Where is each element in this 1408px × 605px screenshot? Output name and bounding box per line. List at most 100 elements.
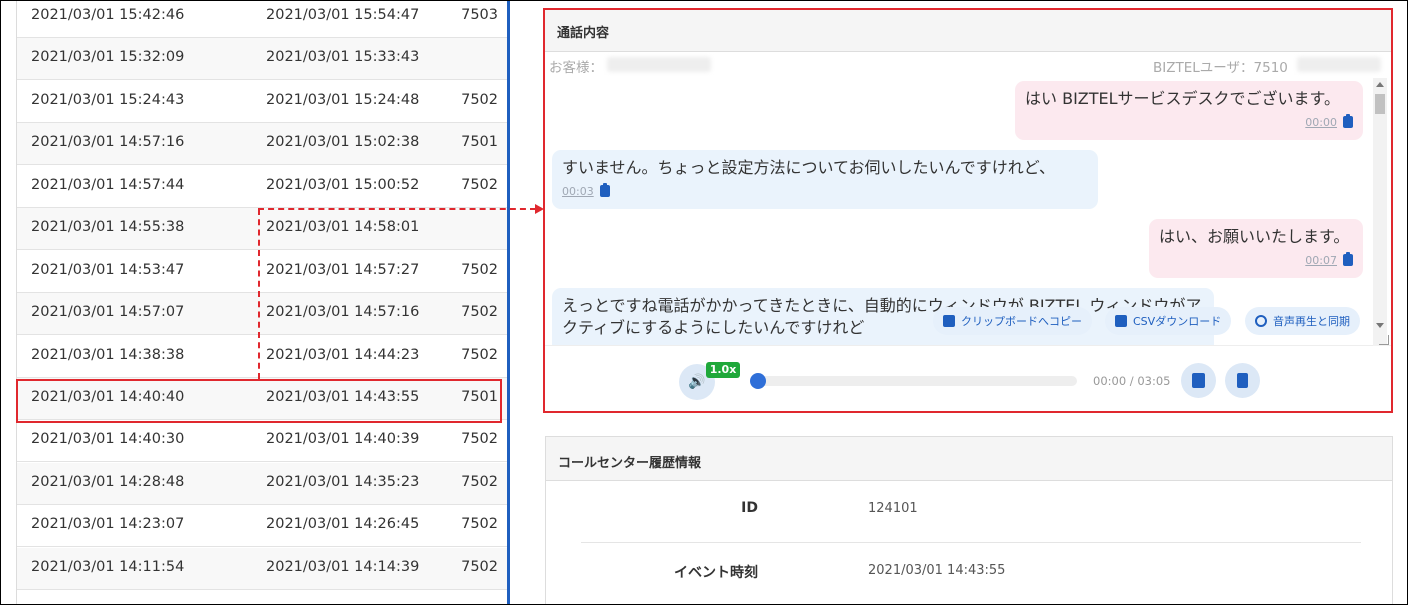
start-time: 2021/03/01 14:28:48 bbox=[31, 474, 185, 490]
audio-time: 00:00 / 03:05 bbox=[1093, 374, 1171, 388]
transcript-scrollbar[interactable] bbox=[1373, 78, 1387, 346]
download-audio-button[interactable] bbox=[1181, 363, 1216, 398]
field-value-event-time: 2021/03/01 14:43:55 bbox=[868, 563, 1006, 578]
extension: 7501 bbox=[461, 134, 498, 150]
end-time: 2021/03/01 14:35:23 bbox=[266, 474, 420, 490]
connector-line bbox=[258, 209, 260, 379]
transcript-area[interactable]: はい BIZTELサービスデスクでございます。 00:00 すいません。ちょっと… bbox=[545, 78, 1391, 346]
history-header: コールセンター履歴情報 bbox=[546, 437, 1392, 481]
message-text: はい BIZTELサービスデスクでございます。 bbox=[1025, 89, 1340, 108]
field-label-id: ID bbox=[741, 500, 758, 516]
scroll-thumb[interactable] bbox=[1375, 94, 1385, 114]
start-time: 2021/03/01 14:57:16 bbox=[31, 134, 185, 150]
call-content-panel: 通話内容 お客様： BIZTELユーザ：7510 はい BIZTELサービスデス… bbox=[543, 8, 1393, 413]
scroll-down-icon[interactable] bbox=[1376, 323, 1384, 328]
delete-audio-button[interactable] bbox=[1225, 363, 1260, 398]
selected-row-highlight bbox=[16, 379, 502, 423]
connector-line bbox=[258, 208, 536, 210]
extension: 7502 bbox=[461, 474, 498, 490]
connector-arrow-icon bbox=[535, 204, 544, 214]
start-time: 2021/03/01 14:55:38 bbox=[31, 219, 185, 235]
field-divider bbox=[581, 542, 1361, 543]
message-timestamp[interactable]: 00:00 bbox=[1305, 116, 1337, 129]
extension: 7502 bbox=[461, 347, 498, 363]
clipboard-icon[interactable] bbox=[599, 183, 610, 197]
csv-button-label: CSVダウンロード bbox=[1133, 315, 1222, 328]
table-row[interactable]: 2021/03/01 15:24:43 2021/03/01 15:24:48 … bbox=[17, 81, 508, 123]
end-time: 2021/03/01 14:58:01 bbox=[266, 219, 420, 235]
table-row[interactable]: 2021/03/01 14:28:48 2021/03/01 14:35:23 … bbox=[17, 463, 508, 505]
extension: 7502 bbox=[461, 177, 498, 193]
start-time: 2021/03/01 14:11:54 bbox=[31, 559, 185, 575]
table-row[interactable]: 2021/03/01 14:53:47 2021/03/01 14:57:27 … bbox=[17, 251, 508, 293]
panel-divider bbox=[507, 0, 510, 605]
audio-progress-knob[interactable] bbox=[750, 373, 766, 389]
message-timestamp[interactable]: 00:03 bbox=[562, 185, 594, 198]
csv-download-button[interactable]: CSVダウンロード bbox=[1105, 307, 1232, 335]
end-time: 2021/03/01 15:24:48 bbox=[266, 92, 420, 108]
redacted-user bbox=[1297, 57, 1381, 72]
participants-bar: お客様： BIZTELユーザ：7510 bbox=[545, 52, 1381, 78]
extension: 7502 bbox=[461, 516, 498, 532]
download-icon bbox=[1192, 373, 1205, 388]
message-bubble: すいません。ちょっと設定方法についてお伺いしたいんですけれど、 00:03 bbox=[552, 150, 1098, 209]
customer-label: お客様： bbox=[549, 60, 603, 76]
extension: 7502 bbox=[461, 92, 498, 108]
call-center-history-panel: コールセンター履歴情報 ID 124101 イベント時刻 2021/03/01 … bbox=[545, 436, 1393, 605]
audio-progress-track[interactable] bbox=[757, 376, 1077, 386]
extension: 7502 bbox=[461, 559, 498, 575]
end-time: 2021/03/01 14:57:27 bbox=[266, 262, 420, 278]
scroll-up-icon[interactable] bbox=[1376, 82, 1384, 87]
end-time: 2021/03/01 15:54:47 bbox=[266, 7, 420, 23]
sync-playback-button[interactable]: 音声再生と同期 bbox=[1245, 307, 1360, 335]
table-row[interactable]: 2021/03/01 14:57:07 2021/03/01 14:57:16 … bbox=[17, 293, 508, 335]
table-row[interactable]: 2021/03/01 14:55:38 2021/03/01 14:58:01 bbox=[17, 208, 508, 250]
copy-to-clipboard-button[interactable]: クリップボードへコピー bbox=[933, 307, 1092, 335]
start-time: 2021/03/01 15:32:09 bbox=[31, 49, 185, 65]
field-value-id: 124101 bbox=[868, 501, 918, 516]
end-time: 2021/03/01 14:57:16 bbox=[266, 304, 420, 320]
redacted-customer bbox=[607, 57, 711, 72]
clipboard-icon bbox=[943, 315, 955, 327]
copy-button-label: クリップボードへコピー bbox=[961, 315, 1082, 328]
call-content-title: 通話内容 bbox=[557, 26, 610, 41]
table-row[interactable]: 2021/03/01 14:11:54 2021/03/01 14:14:39 … bbox=[17, 548, 508, 590]
end-time: 2021/03/01 15:02:38 bbox=[266, 134, 420, 150]
end-time: 2021/03/01 15:00:52 bbox=[266, 177, 420, 193]
sync-button-label: 音声再生と同期 bbox=[1273, 315, 1350, 328]
extension: 7502 bbox=[461, 262, 498, 278]
table-row[interactable]: 2021/03/01 14:38:38 2021/03/01 14:44:23 … bbox=[17, 336, 508, 378]
table-row[interactable]: 2021/03/01 14:23:07 2021/03/01 14:26:45 … bbox=[17, 505, 508, 547]
start-time: 2021/03/01 14:38:38 bbox=[31, 347, 185, 363]
start-time: 2021/03/01 14:40:30 bbox=[31, 431, 185, 447]
table-row[interactable]: 2021/03/01 14:57:16 2021/03/01 15:02:38 … bbox=[17, 123, 508, 165]
start-time: 2021/03/01 15:24:43 bbox=[31, 92, 185, 108]
call-content-header: 通話内容 bbox=[545, 10, 1391, 52]
message-bubble: はい、お願いいたします。 00:07 bbox=[1149, 219, 1363, 278]
message-timestamp[interactable]: 00:07 bbox=[1305, 254, 1337, 267]
sync-icon bbox=[1255, 315, 1267, 327]
table-row[interactable]: 2021/03/01 14:40:30 2021/03/01 14:40:39 … bbox=[17, 420, 508, 462]
resize-handle-icon[interactable] bbox=[1379, 335, 1389, 345]
trash-icon bbox=[1237, 373, 1248, 388]
call-history-table: 2021/03/01 15:42:46 2021/03/01 15:54:47 … bbox=[16, 0, 508, 605]
end-time: 2021/03/01 15:33:43 bbox=[266, 49, 420, 65]
end-time: 2021/03/01 14:40:39 bbox=[266, 431, 420, 447]
audio-player: 🔊 1.0x 00:00 / 03:05 bbox=[545, 346, 1391, 411]
playback-speed-badge[interactable]: 1.0x bbox=[706, 362, 740, 378]
message-text: すいません。ちょっと設定方法についてお伺いしたいんですけれど、 bbox=[562, 158, 1055, 177]
start-time: 2021/03/01 14:23:07 bbox=[31, 516, 185, 532]
table-row[interactable]: 2021/03/01 15:32:09 2021/03/01 15:33:43 bbox=[17, 38, 508, 80]
history-title: コールセンター履歴情報 bbox=[558, 456, 702, 471]
table-row[interactable]: 2021/03/01 14:57:44 2021/03/01 15:00:52 … bbox=[17, 166, 508, 208]
clipboard-icon[interactable] bbox=[1343, 252, 1353, 266]
table-row[interactable]: 2021/03/01 15:42:46 2021/03/01 15:54:47 … bbox=[17, 0, 508, 38]
end-time: 2021/03/01 14:44:23 bbox=[266, 347, 420, 363]
end-time: 2021/03/01 14:26:45 bbox=[266, 516, 420, 532]
extension: 7502 bbox=[461, 431, 498, 447]
end-time: 2021/03/01 14:14:39 bbox=[266, 559, 420, 575]
speaker-icon: 🔊 bbox=[688, 374, 706, 390]
clipboard-icon[interactable] bbox=[1343, 114, 1353, 128]
start-time: 2021/03/01 14:57:44 bbox=[31, 177, 185, 193]
extension: 7503 bbox=[461, 7, 498, 23]
